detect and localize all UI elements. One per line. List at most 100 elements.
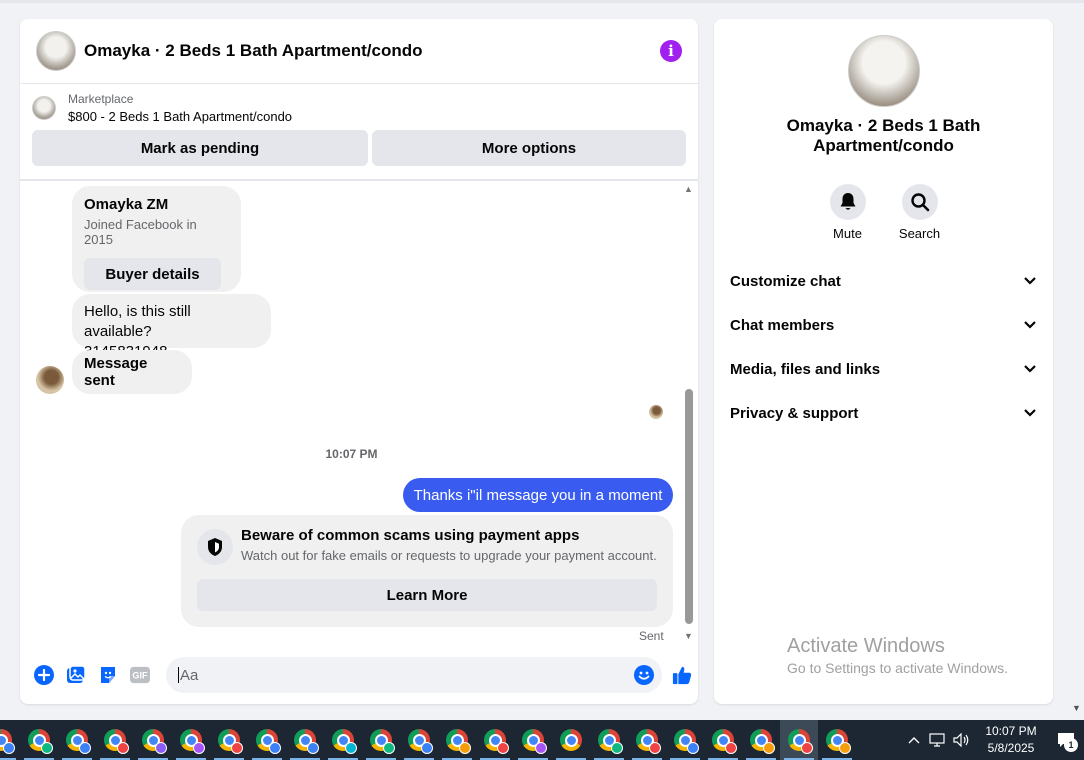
gif-icon[interactable]: GIF bbox=[130, 665, 150, 685]
message-timestamp: 10:07 PM bbox=[325, 447, 378, 461]
watermark-subtitle: Go to Settings to activate Windows. bbox=[787, 660, 1008, 676]
taskbar-chrome-app[interactable] bbox=[400, 720, 438, 760]
listing-actions: Mark as pending More options bbox=[32, 130, 686, 166]
taskbar-chrome-app[interactable] bbox=[172, 720, 210, 760]
learn-more-button[interactable]: Learn More bbox=[197, 579, 657, 611]
taskbar-chrome-app[interactable] bbox=[628, 720, 666, 760]
chevron-up-icon[interactable] bbox=[902, 720, 926, 760]
sticker-icon[interactable] bbox=[98, 665, 118, 685]
message-sent-bubble[interactable]: Message sent bbox=[72, 350, 192, 394]
profile-badge-icon bbox=[687, 742, 699, 754]
taskbar-chrome-app[interactable] bbox=[742, 720, 780, 760]
taskbar-chrome-app[interactable] bbox=[590, 720, 628, 760]
taskbar-chrome-app[interactable] bbox=[20, 720, 58, 760]
chrome-icon bbox=[294, 729, 319, 754]
notification-center-icon[interactable]: 1 bbox=[1048, 720, 1084, 760]
chat-title[interactable]: Omayka · 2 Beds 1 Bath Apartment/condo bbox=[84, 41, 660, 61]
mute-label: Mute bbox=[833, 226, 862, 241]
chat-header: Omayka · 2 Beds 1 Bath Apartment/condo i bbox=[20, 19, 698, 84]
taskbar-chrome-app[interactable] bbox=[324, 720, 362, 760]
taskbar-chrome-app[interactable] bbox=[476, 720, 514, 760]
clock-time: 10:07 PM bbox=[985, 724, 1037, 738]
page-scroll-down-icon[interactable]: ▼ bbox=[1072, 703, 1081, 713]
image-icon[interactable] bbox=[66, 665, 86, 685]
taskbar-chrome-app[interactable] bbox=[248, 720, 286, 760]
shield-icon bbox=[197, 529, 233, 565]
network-icon[interactable] bbox=[926, 720, 950, 760]
chevron-down-icon bbox=[1023, 405, 1037, 422]
chrome-icon bbox=[522, 729, 547, 754]
conversation-avatar[interactable] bbox=[848, 35, 920, 107]
scroll-up-arrow-icon[interactable]: ▲ bbox=[684, 184, 693, 194]
listing-avatar[interactable] bbox=[36, 31, 76, 71]
chat-panel: Omayka · 2 Beds 1 Bath Apartment/condo i… bbox=[20, 19, 698, 704]
chrome-icon bbox=[598, 729, 623, 754]
buyer-details-button[interactable]: Buyer details bbox=[84, 258, 221, 290]
chrome-icon bbox=[28, 729, 53, 754]
chrome-icon bbox=[636, 729, 661, 754]
section-privacy-support[interactable]: Privacy & support bbox=[714, 391, 1053, 435]
taskbar-chrome-app[interactable] bbox=[0, 720, 20, 760]
more-options-button[interactable]: More options bbox=[372, 130, 686, 166]
read-receipt-avatar bbox=[649, 405, 663, 419]
system-tray: 10:07 PM 5/8/2025 1 bbox=[902, 720, 1084, 760]
clock-date: 5/8/2025 bbox=[987, 741, 1035, 755]
activate-windows-watermark: Activate Windows Go to Settings to activ… bbox=[787, 635, 1008, 676]
buyer-avatar[interactable] bbox=[36, 366, 64, 394]
profile-badge-icon bbox=[801, 742, 813, 754]
taskbar-apps bbox=[0, 720, 856, 760]
chrome-icon bbox=[712, 729, 737, 754]
mute-action[interactable]: Mute bbox=[829, 184, 866, 241]
chrome-icon bbox=[142, 729, 167, 754]
taskbar-clock[interactable]: 10:07 PM 5/8/2025 bbox=[978, 723, 1044, 757]
chevron-down-icon bbox=[1023, 317, 1037, 334]
chrome-icon bbox=[674, 729, 699, 754]
message-text: Hello, is this still available? bbox=[84, 303, 191, 340]
buyer-name: Omayka ZM bbox=[84, 196, 169, 213]
chevron-down-icon bbox=[1023, 273, 1037, 290]
emoji-icon[interactable] bbox=[634, 665, 654, 689]
chrome-icon bbox=[0, 729, 15, 754]
profile-badge-icon bbox=[41, 742, 53, 754]
taskbar-chrome-app[interactable] bbox=[58, 720, 96, 760]
taskbar-chrome-app[interactable] bbox=[96, 720, 134, 760]
profile-badge-icon bbox=[839, 742, 851, 754]
outgoing-message-bubble[interactable]: Thanks i"il message you in a moment bbox=[403, 478, 673, 512]
message-input[interactable]: Aa bbox=[166, 657, 662, 693]
mark-as-pending-button[interactable]: Mark as pending bbox=[32, 130, 368, 166]
listing-row[interactable]: Marketplace $800 - 2 Beds 1 Bath Apartme… bbox=[32, 92, 686, 124]
taskbar-chrome-app[interactable] bbox=[780, 720, 818, 760]
taskbar-chrome-app[interactable] bbox=[818, 720, 856, 760]
taskbar-chrome-app[interactable] bbox=[134, 720, 172, 760]
taskbar-chrome-app[interactable] bbox=[514, 720, 552, 760]
section-customize-chat[interactable]: Customize chat bbox=[714, 259, 1053, 303]
bell-icon[interactable] bbox=[829, 184, 866, 220]
incoming-message-bubble[interactable]: Hello, is this still available? 31458319… bbox=[72, 294, 271, 360]
chrome-icon bbox=[370, 729, 395, 754]
scroll-thumb[interactable] bbox=[685, 389, 693, 624]
taskbar-chrome-app[interactable] bbox=[210, 720, 248, 760]
taskbar-chrome-app[interactable] bbox=[286, 720, 324, 760]
notification-count: 1 bbox=[1064, 738, 1078, 752]
section-label: Privacy & support bbox=[730, 404, 859, 422]
section-chat-members[interactable]: Chat members bbox=[714, 303, 1053, 347]
taskbar-chrome-app[interactable] bbox=[552, 720, 590, 760]
taskbar-chrome-app[interactable] bbox=[704, 720, 742, 760]
plus-icon[interactable] bbox=[34, 665, 54, 685]
chrome-icon bbox=[256, 729, 281, 754]
info-icon[interactable]: i bbox=[660, 40, 682, 62]
taskbar-chrome-app[interactable] bbox=[362, 720, 400, 760]
volume-icon[interactable] bbox=[950, 720, 974, 760]
section-label: Media, files and links bbox=[730, 360, 881, 378]
taskbar-chrome-app[interactable] bbox=[438, 720, 476, 760]
windows-taskbar: 10:07 PM 5/8/2025 1 bbox=[0, 720, 1084, 760]
taskbar-chrome-app[interactable] bbox=[666, 720, 704, 760]
thumbs-up-icon[interactable] bbox=[672, 665, 692, 685]
search-icon[interactable] bbox=[901, 184, 938, 220]
section-media-files-links[interactable]: Media, files and links bbox=[714, 347, 1053, 391]
profile-badge-icon bbox=[383, 742, 395, 754]
scroll-down-arrow-icon[interactable]: ▼ bbox=[684, 631, 693, 641]
search-action[interactable]: Search bbox=[899, 184, 940, 241]
chrome-icon bbox=[180, 729, 205, 754]
thread-scrollbar[interactable]: ▲ ▼ bbox=[683, 184, 695, 642]
